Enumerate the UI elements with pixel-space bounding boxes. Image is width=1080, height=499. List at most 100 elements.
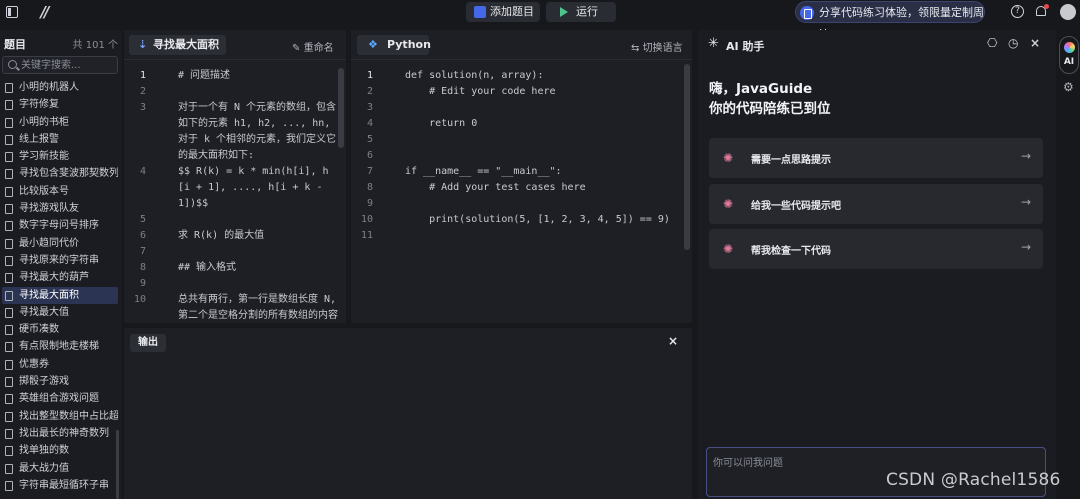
description-scrollbar[interactable]: [338, 68, 344, 148]
list-item[interactable]: 找出最长的神奇数列: [2, 425, 118, 442]
tab-problem[interactable]: ⇣ 寻找最大面积: [129, 35, 226, 55]
list-item[interactable]: 比较版本号: [2, 183, 118, 200]
code-line: 5: [351, 132, 692, 148]
sidebar-header: 题目 共 101 个: [4, 36, 118, 51]
code-line: 7: [124, 244, 346, 260]
document-icon: [5, 394, 13, 405]
code-line: 1])$$: [124, 196, 346, 212]
sidebar-toggle-icon[interactable]: [4, 4, 20, 20]
line-text: 的最大面积如下:: [178, 150, 255, 161]
code-line: 6: [351, 148, 692, 164]
ai-rail-button[interactable]: AI: [1059, 36, 1079, 74]
list-item[interactable]: 寻找游戏队友: [2, 200, 118, 217]
list-item-label: 小明的书柜: [19, 116, 69, 128]
line-number: 4: [366, 118, 373, 129]
plus-box-icon: [474, 6, 486, 18]
ai-greeting-line1: 嗨，JavaGuide: [709, 81, 813, 97]
code-line: 11: [351, 228, 692, 244]
list-item[interactable]: 数字字母问号排序: [2, 217, 118, 234]
line-text: 总共有两行，第一行是数组长度 N,: [178, 294, 337, 305]
list-item[interactable]: 寻找原来的字符串: [2, 252, 118, 269]
code-line: 2: [124, 84, 346, 100]
list-item[interactable]: 英雄组合游戏问题: [2, 390, 118, 407]
description-text[interactable]: 1 # 问题描述 2 3 对于一个有 N 个元素的数组，包含 如下的元素 h1, h2, …: [124, 68, 346, 324]
list-item[interactable]: 有点限制地走楼梯: [2, 338, 118, 355]
line-number: 9: [139, 278, 146, 289]
line-text: # Add your test cases here: [405, 182, 586, 193]
list-item-label: 学习新技能: [19, 151, 69, 163]
suggestion-code-hint-button[interactable]: ✺ 给我一些代码提示吧 →: [709, 184, 1043, 224]
line-text: 1])$$: [178, 198, 209, 209]
output-tab[interactable]: 输出: [130, 334, 166, 352]
document-icon: [5, 221, 13, 232]
share-banner[interactable]: 分享代码练习体验，领限量定制周边: [795, 1, 985, 41]
list-item[interactable]: 寻找最大值: [2, 304, 118, 321]
run-button[interactable]: 运行: [546, 2, 616, 22]
suggestion-check-code-button[interactable]: ✺ 帮我检查一下代码 →: [709, 229, 1043, 269]
code-line: 9: [351, 196, 692, 212]
gear-icon[interactable]: ⚙: [1063, 80, 1074, 94]
rename-button[interactable]: ✎ 重命名: [292, 39, 334, 54]
search-input[interactable]: [21, 57, 115, 73]
code-scrollbar[interactable]: [684, 64, 690, 250]
list-item-label: 寻找最大面积: [19, 289, 79, 301]
search-icon: [8, 60, 17, 69]
bell-icon[interactable]: [1033, 4, 1049, 20]
switch-language-button[interactable]: ⇆ 切换语言: [631, 39, 683, 54]
code-editor-panel: ❖ Python ⇆ 切换语言 1 def solution(n, array):…: [351, 30, 692, 323]
document-icon: [5, 342, 13, 353]
suggestion-hint-button[interactable]: ✺ 需要一点思路提示 →: [709, 138, 1043, 178]
list-item[interactable]: 找单独的数: [2, 442, 118, 459]
arrow-right-icon: →: [1020, 240, 1031, 254]
add-problem-button[interactable]: 添加题目: [466, 2, 540, 22]
problem-count: 共 101 个: [72, 40, 118, 51]
list-item[interactable]: 学习新技能: [2, 148, 118, 165]
list-item[interactable]: 寻找包含斐波那契数列的最长子序列: [2, 165, 118, 182]
chat-icon[interactable]: ⎔: [987, 36, 997, 50]
document-icon: [5, 307, 13, 318]
list-item[interactable]: 线上报警: [2, 131, 118, 148]
code-line: 8 # Add your test cases here: [351, 180, 692, 196]
problem-sidebar: 题目 共 101 个 小明的机器人字符修复小明的书柜线上报警学习新技能寻找包含斐…: [0, 30, 122, 499]
close-ai-icon[interactable]: ×: [1030, 36, 1040, 50]
document-icon: [5, 446, 13, 457]
close-output-icon[interactable]: ×: [668, 334, 678, 348]
list-item[interactable]: 字符串最短循环子串: [2, 477, 118, 494]
list-item[interactable]: 小明的书柜: [2, 114, 118, 131]
code-text[interactable]: 1 def solution(n, array): 2 # Edit your co…: [351, 68, 692, 244]
help-icon[interactable]: ?: [1010, 4, 1026, 20]
avatar[interactable]: [1060, 4, 1076, 20]
list-item[interactable]: 最小趋同代价: [2, 235, 118, 252]
list-item-label: 寻找最大值: [19, 306, 69, 318]
list-item[interactable]: 字符修复: [2, 96, 118, 113]
list-item[interactable]: 寻找最大的葫芦: [2, 269, 118, 286]
sparkle-icon: ✺: [723, 242, 734, 256]
list-item[interactable]: 最大战力值: [2, 460, 118, 477]
line-text: 如下的元素 h1, h2, ..., hn,: [178, 118, 331, 129]
line-text: # Edit your code here: [405, 86, 556, 97]
code-line: 对于 k 个相邻的元素，我们定义它: [124, 132, 346, 148]
list-item-label: 寻找最大的葫芦: [19, 272, 89, 284]
list-item[interactable]: 小明的机器人: [2, 79, 118, 96]
list-item[interactable]: 找出整型数组中占比超过一半的数: [2, 408, 118, 425]
code-line: 10 print(solution(5, [1, 2, 3, 4, 5]) ==…: [351, 212, 692, 228]
list-item[interactable]: 掷骰子游戏: [2, 373, 118, 390]
suggestion-label: 帮我检查一下代码: [751, 246, 831, 257]
line-text: 对于一个有 N 个元素的数组，包含: [178, 102, 337, 113]
line-number: 4: [139, 166, 146, 177]
list-item[interactable]: 优惠券: [2, 356, 118, 373]
tab-python[interactable]: ❖ Python: [357, 35, 431, 55]
history-icon[interactable]: ◷: [1008, 36, 1018, 50]
line-text: print(solution(5, [1, 2, 3, 4, 5]) == 9): [405, 214, 670, 225]
code-line: 第二个是空格分割的所有数组的内容: [124, 308, 346, 324]
list-item[interactable]: 硬币凑数: [2, 321, 118, 338]
line-number: 6: [366, 150, 373, 161]
sidebar-scrollbar[interactable]: [116, 430, 119, 499]
line-number: 5: [139, 214, 146, 225]
code-line: 的最大面积如下:: [124, 148, 346, 164]
logo-icon: //: [40, 3, 50, 21]
line-number: 2: [366, 86, 373, 97]
list-item[interactable]: 寻找最大面积: [2, 286, 118, 304]
switch-language-label: 切换语言: [642, 43, 683, 54]
document-icon: [5, 117, 13, 128]
